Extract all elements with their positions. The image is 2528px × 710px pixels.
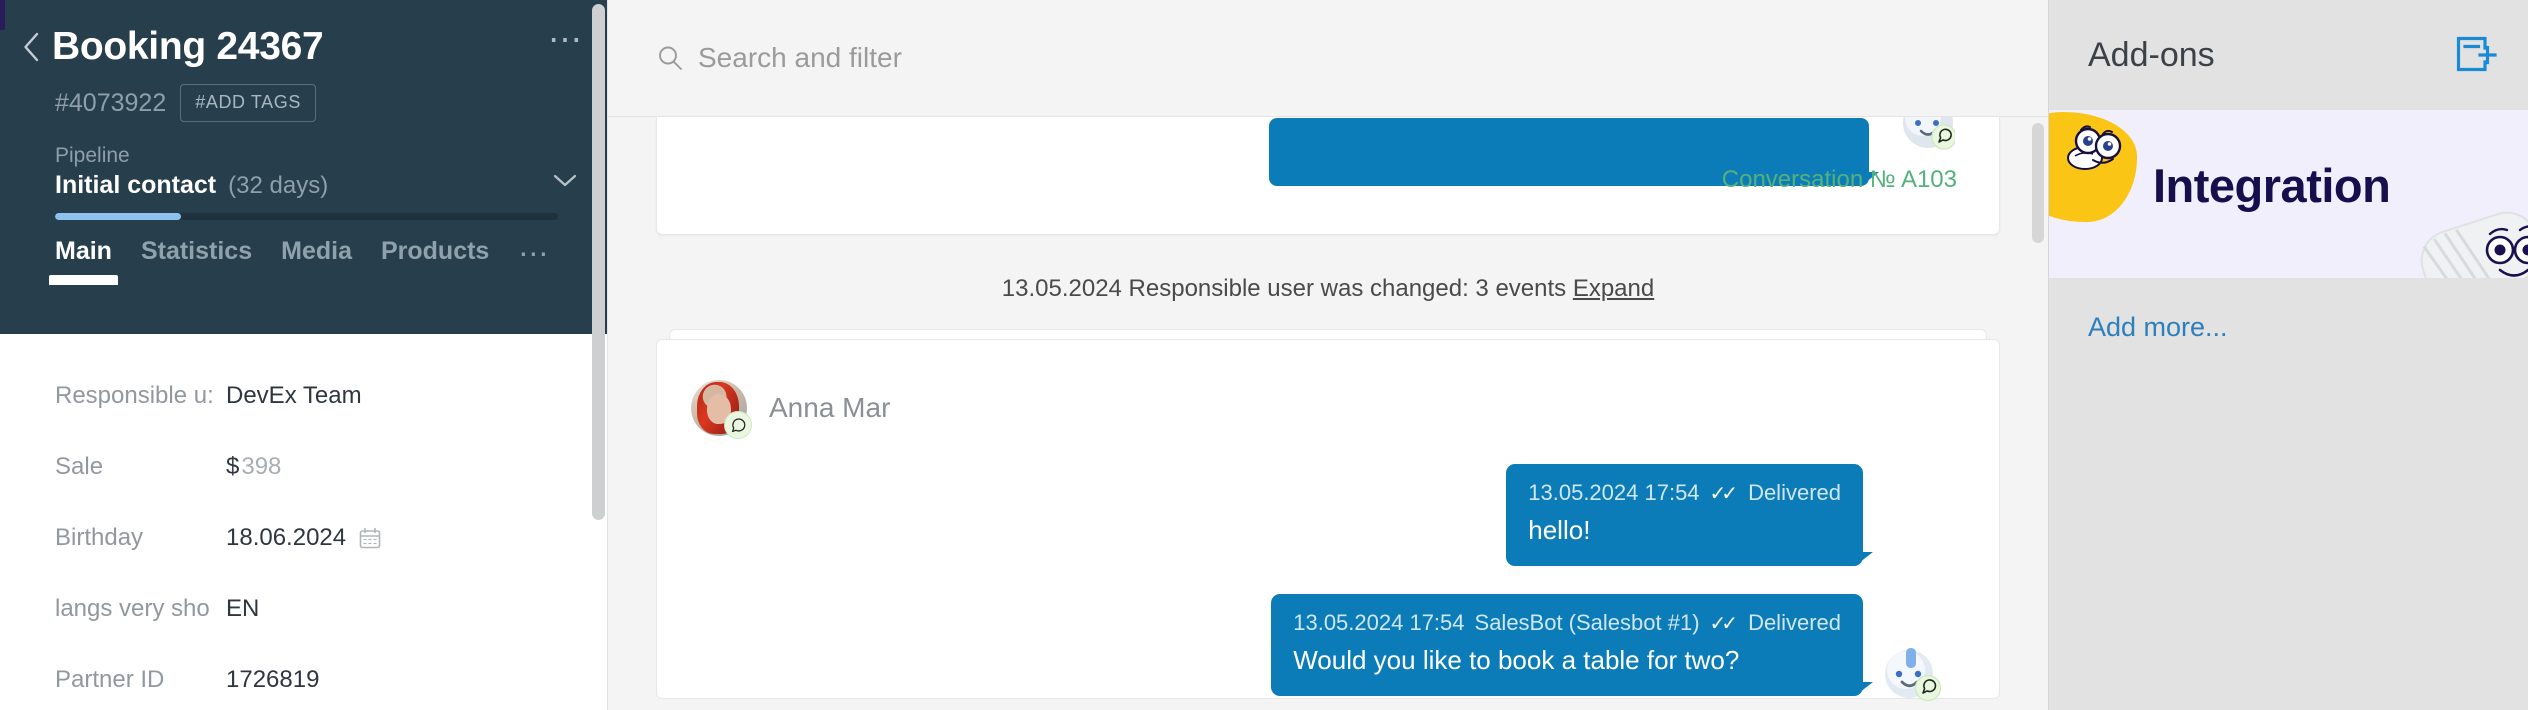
search-icon bbox=[656, 44, 684, 72]
lead-tabs: Main Statistics Media Products ⋯ bbox=[0, 220, 608, 285]
avatar[interactable] bbox=[691, 380, 752, 439]
crm-lead-screen: Booking 24367 ⋯ #4073922 #ADD TAGS Pipel… bbox=[0, 0, 2528, 710]
lead-id-row: #4073922 #ADD TAGS bbox=[0, 66, 608, 122]
field-value[interactable]: $ 398 bbox=[226, 453, 281, 481]
pipeline-stage-name: Initial contact bbox=[55, 171, 217, 199]
tab-statistics[interactable]: Statistics bbox=[141, 237, 252, 282]
pipeline-stage-days: (32 days) bbox=[228, 172, 329, 199]
field-value-amount: 398 bbox=[241, 453, 282, 480]
expand-events-link[interactable]: Expand bbox=[1573, 275, 1654, 302]
feed-panel: Search and filter Conversation № A103 13… bbox=[608, 0, 2048, 710]
addons-title: Add-ons bbox=[2088, 35, 2215, 74]
field-label: Sale bbox=[55, 453, 104, 480]
chat-contact-header: Anna Mar bbox=[657, 368, 1999, 439]
field-row[interactable]: Birthday 18.06.2024 bbox=[55, 520, 584, 556]
chat-message-row: 13.05.2024 17:54 SalesBot (Salesbot #1) … bbox=[657, 594, 1999, 702]
chat-card-stack: Anna Mar 13.05.2024 17:54 ✓✓ Delivered h… bbox=[656, 329, 2000, 702]
field-label: Responsible u: bbox=[55, 382, 214, 409]
message-timestamp: 13.05.2024 17:54 bbox=[1293, 610, 1465, 635]
field-value[interactable]: 1726819 bbox=[226, 666, 319, 694]
chevron-left-icon[interactable] bbox=[18, 30, 44, 64]
tab-main[interactable]: Main bbox=[49, 237, 118, 285]
activity-feed: Conversation № A103 13.05.2024 Responsib… bbox=[608, 117, 2048, 710]
feed-event-line: 13.05.2024 Responsible user was changed:… bbox=[608, 235, 2048, 339]
promo-title: Integration bbox=[2153, 159, 2391, 212]
double-check-icon: ✓✓ bbox=[1709, 482, 1738, 505]
message-meta: 13.05.2024 17:54 SalesBot (Salesbot #1) … bbox=[1293, 610, 1841, 636]
conversation-number-link[interactable]: Conversation № A103 bbox=[1722, 166, 1957, 194]
lead-panel-scrollbar[interactable] bbox=[592, 4, 605, 520]
lead-header: Booking 24367 ⋯ #4073922 #ADD TAGS Pipel… bbox=[0, 0, 608, 334]
field-value-text: 1726819 bbox=[226, 666, 320, 693]
pipeline-stage-row[interactable]: Initial contact (32 days) bbox=[55, 171, 584, 200]
lead-id: #4073922 bbox=[55, 88, 167, 117]
chat-card: Anna Mar 13.05.2024 17:54 ✓✓ Delivered h… bbox=[656, 339, 2000, 702]
pipeline-progress-bar bbox=[55, 213, 558, 220]
chevron-down-icon[interactable] bbox=[552, 173, 578, 194]
message-meta: 13.05.2024 17:54 ✓✓ Delivered bbox=[1528, 480, 1841, 506]
tab-media[interactable]: Media bbox=[281, 237, 352, 282]
field-row[interactable]: Responsible u: DevEx Team bbox=[55, 378, 584, 414]
field-label: langs very sho bbox=[55, 595, 210, 622]
search-and-filter-bar[interactable]: Search and filter bbox=[608, 0, 2048, 117]
tab-products[interactable]: Products bbox=[381, 237, 489, 282]
field-row[interactable]: Partner ID 1726819 bbox=[55, 662, 584, 698]
whatsapp-icon bbox=[724, 411, 752, 439]
message-bubble[interactable]: 13.05.2024 17:54 ✓✓ Delivered hello! bbox=[1506, 464, 1873, 566]
message-text: Would you like to book a table for two? bbox=[1293, 645, 1740, 675]
field-value-text: 18.06.2024 bbox=[226, 524, 347, 551]
bot-avatar-icon bbox=[1883, 644, 1942, 702]
lead-title-row: Booking 24367 ⋯ bbox=[0, 0, 608, 68]
lead-more-menu-icon[interactable]: ⋯ bbox=[548, 23, 584, 60]
field-value[interactable]: DevEx Team bbox=[226, 382, 362, 410]
field-row[interactable]: langs very sho EN bbox=[55, 591, 584, 627]
chat-message-row: 13.05.2024 17:54 ✓✓ Delivered hello! bbox=[657, 464, 1999, 566]
field-value-text: EN bbox=[226, 595, 260, 622]
field-value[interactable]: 18.06.2024 bbox=[226, 524, 382, 552]
field-label: Birthday bbox=[55, 524, 144, 551]
pipeline-progress-fill bbox=[55, 213, 181, 220]
lead-details-panel: Booking 24367 ⋯ #4073922 #ADD TAGS Pipel… bbox=[0, 0, 608, 710]
addon-promo-card[interactable]: Integration bbox=[2049, 110, 2528, 278]
page-title: Booking 24367 bbox=[52, 25, 324, 68]
add-more-link[interactable]: Add more... bbox=[2049, 278, 2228, 343]
calendar-icon[interactable] bbox=[358, 526, 382, 550]
chat-contact-name: Anna Mar bbox=[769, 392, 891, 423]
pipeline-label: Pipeline bbox=[55, 144, 130, 167]
bee-icon bbox=[2063, 124, 2133, 182]
message-status: Delivered bbox=[1748, 610, 1841, 635]
message-author: SalesBot (Salesbot #1) bbox=[1474, 610, 1700, 635]
field-value-text: DevEx Team bbox=[226, 382, 362, 409]
search-input[interactable]: Search and filter bbox=[698, 42, 902, 74]
field-row[interactable]: Sale $ 398 bbox=[55, 449, 584, 485]
message-timestamp: 13.05.2024 17:54 bbox=[1528, 480, 1700, 505]
addons-header: Add-ons bbox=[2049, 0, 2528, 110]
field-value-text: $ bbox=[226, 453, 240, 480]
feed-card-top: Conversation № A103 bbox=[656, 117, 2000, 235]
add-tags-button[interactable]: #ADD TAGS bbox=[180, 84, 316, 122]
tabs-overflow-icon[interactable]: ⋯ bbox=[518, 240, 550, 282]
mascot-icon bbox=[2412, 208, 2528, 278]
field-value[interactable]: EN bbox=[226, 595, 259, 623]
edge-accent-bar bbox=[0, 0, 5, 30]
lead-fields-list: Responsible u: DevEx Team Sale $ 398 Bir… bbox=[0, 334, 608, 710]
event-text: 13.05.2024 Responsible user was changed:… bbox=[1001, 275, 1567, 302]
double-check-icon: ✓✓ bbox=[1709, 612, 1738, 635]
message-bubble[interactable]: 13.05.2024 17:54 SalesBot (Salesbot #1) … bbox=[1271, 594, 1873, 696]
message-status: Delivered bbox=[1748, 480, 1841, 505]
addons-panel: Add-ons Integration Add more... bbox=[2048, 0, 2528, 710]
pipeline-section: Pipeline Initial contact (32 days) bbox=[0, 122, 608, 220]
field-label: Partner ID bbox=[55, 666, 165, 693]
add-widget-icon[interactable] bbox=[2456, 36, 2498, 74]
message-text: hello! bbox=[1528, 515, 1591, 545]
feed-scrollbar[interactable] bbox=[2032, 123, 2044, 243]
bot-avatar-icon bbox=[1901, 117, 1957, 150]
